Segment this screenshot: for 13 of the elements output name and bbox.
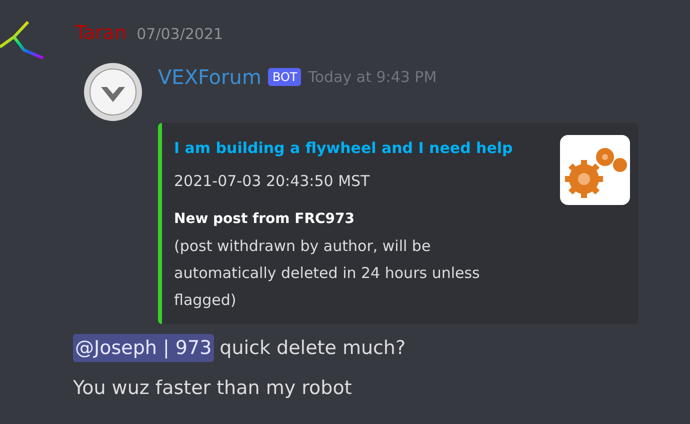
embed-description: (post withdrawn by author, will be automatically deleted in 24 hours unless flagged) — [174, 236, 481, 311]
timestamp: Today at 9:43 PM — [308, 68, 437, 86]
message-text: You wuz faster than my robot — [73, 376, 353, 401]
message-text: @Joseph | 973 quick delete much? — [73, 334, 690, 362]
embed-date: 2021-07-03 20:43:50 MST — [174, 172, 371, 190]
embed-title-link[interactable]: I am building a flywheel and I need help — [174, 139, 519, 157]
username[interactable]: VEXForum — [158, 65, 262, 89]
bot-tag: BOT — [268, 68, 302, 86]
avatar-icon — [0, 20, 45, 60]
avatar-icon — [83, 62, 143, 122]
embed-heading: New post from FRC973 — [174, 211, 356, 227]
timestamp: 07/03/2021 — [136, 25, 224, 43]
mention-link[interactable]: @Joseph | 973 — [73, 334, 214, 362]
